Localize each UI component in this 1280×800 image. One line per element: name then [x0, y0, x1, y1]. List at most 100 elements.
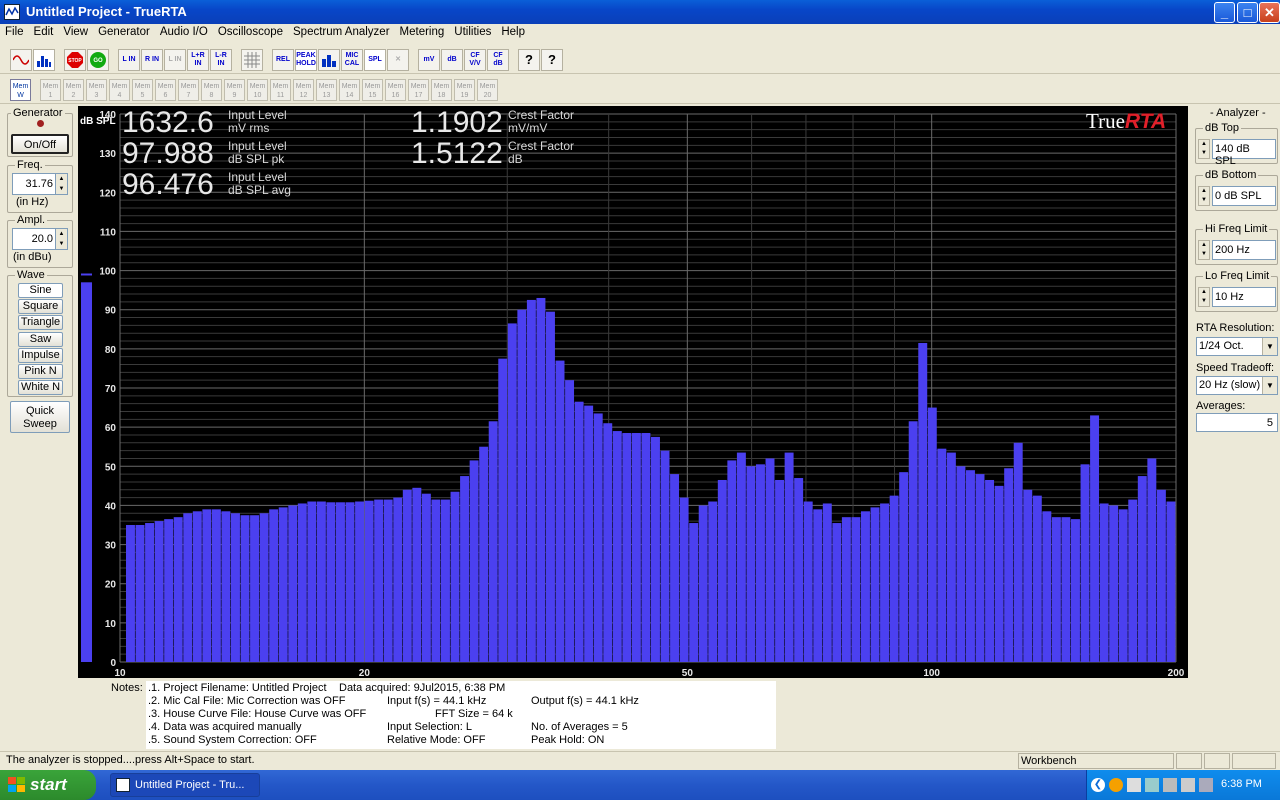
- wave-sine-button[interactable]: Sine: [18, 283, 63, 298]
- spectrum-bar: [183, 513, 193, 662]
- menu-audio-io[interactable]: Audio I/O: [155, 24, 213, 40]
- chevron-down-icon[interactable]: ▼: [1262, 377, 1277, 394]
- spectrum-bar: [192, 511, 202, 662]
- network-icon[interactable]: [1127, 778, 1141, 792]
- memory-slot-button[interactable]: Mem 1: [40, 79, 61, 101]
- memory-slot-button[interactable]: Mem 5: [132, 79, 153, 101]
- averages-field[interactable]: 5: [1196, 413, 1278, 432]
- menu-view[interactable]: View: [58, 24, 93, 40]
- tray-app-icon[interactable]: [1109, 778, 1123, 792]
- display-icon[interactable]: [1181, 778, 1195, 792]
- menu-generator[interactable]: Generator: [93, 24, 155, 40]
- speed-tradeoff-select[interactable]: 20 Hz (slow) ▼: [1196, 376, 1278, 395]
- left-input-button[interactable]: L IN: [118, 49, 140, 71]
- freq-up-icon[interactable]: ▲: [55, 174, 67, 184]
- memory-slot-button[interactable]: Mem 2: [63, 79, 84, 101]
- left-input-alt-button[interactable]: L IN: [164, 49, 186, 71]
- ampl-up-icon[interactable]: ▲: [55, 229, 67, 239]
- hi-freq-spinner-icon[interactable]: ▲ ▼: [1198, 240, 1210, 260]
- memory-slot-button[interactable]: Mem 11: [270, 79, 291, 101]
- grid-icon[interactable]: [241, 49, 263, 71]
- memory-working-button[interactable]: Mem W: [10, 79, 31, 101]
- memory-slot-button[interactable]: Mem 12: [293, 79, 314, 101]
- menu-edit[interactable]: Edit: [29, 24, 59, 40]
- tray-expand-icon[interactable]: ❮: [1091, 778, 1105, 792]
- spectrum-bar: [1004, 468, 1014, 662]
- hi-freq-label: Hi Freq Limit: [1203, 223, 1270, 235]
- crest-factor-db-button[interactable]: CF dB: [487, 49, 509, 71]
- maximize-button[interactable]: □: [1237, 2, 1258, 23]
- menu-metering[interactable]: Metering: [395, 24, 450, 40]
- spectrum-mode-icon[interactable]: [33, 49, 55, 71]
- wireless-icon[interactable]: [1145, 778, 1159, 792]
- db-top-spinner-icon[interactable]: ▲ ▼: [1198, 139, 1210, 159]
- ampl-input[interactable]: 20.0 ▲ ▼: [12, 228, 68, 250]
- memory-slot-button[interactable]: Mem 4: [109, 79, 130, 101]
- mic-cal-button[interactable]: MIC CAL: [341, 49, 363, 71]
- taskbar-item-truerta[interactable]: Untitled Project - Tru...: [110, 773, 260, 797]
- volume-icon[interactable]: [1199, 778, 1213, 792]
- menu-utilities[interactable]: Utilities: [449, 24, 496, 40]
- memory-slot-button[interactable]: Mem 10: [247, 79, 268, 101]
- memory-slot-button[interactable]: Mem 15: [362, 79, 383, 101]
- lo-freq-field[interactable]: 10 Hz: [1212, 287, 1276, 307]
- memory-slot-button[interactable]: Mem 18: [431, 79, 452, 101]
- rta-resolution-select[interactable]: 1/24 Oct. ▼: [1196, 337, 1278, 356]
- menu-oscilloscope[interactable]: Oscilloscope: [213, 24, 288, 40]
- quick-sweep-button[interactable]: Quick Sweep: [10, 401, 70, 433]
- wave-impulse-button[interactable]: Impulse: [18, 348, 63, 363]
- start-button[interactable]: start: [0, 770, 96, 800]
- memory-slot-button[interactable]: Mem 13: [316, 79, 337, 101]
- status-pane-3: [1232, 753, 1276, 769]
- close-button[interactable]: ✕: [1259, 2, 1280, 23]
- hi-freq-field[interactable]: 200 Hz: [1212, 240, 1276, 260]
- context-help-icon[interactable]: ?: [541, 49, 563, 71]
- freq-down-icon[interactable]: ▼: [55, 184, 67, 194]
- menu-file[interactable]: File: [0, 24, 29, 40]
- wave-white-noise-button[interactable]: White N: [18, 380, 63, 395]
- memory-slot-button[interactable]: Mem 19: [454, 79, 475, 101]
- readout-spl-avg-label-2: dB SPL avg: [228, 183, 291, 197]
- memory-slot-button[interactable]: Mem 8: [201, 79, 222, 101]
- l-plus-r-input-button[interactable]: L+R IN: [187, 49, 209, 71]
- right-input-button[interactable]: R IN: [141, 49, 163, 71]
- ampl-down-icon[interactable]: ▼: [55, 239, 67, 249]
- crest-factor-vv-button[interactable]: CF V/V: [464, 49, 486, 71]
- menu-help[interactable]: Help: [496, 24, 530, 40]
- millivolt-button[interactable]: mV: [418, 49, 440, 71]
- chevron-down-icon[interactable]: ▼: [1262, 338, 1277, 355]
- security-icon[interactable]: [1163, 778, 1177, 792]
- y-tick-label: 50: [105, 462, 117, 473]
- decibel-button[interactable]: dB: [441, 49, 463, 71]
- wave-pink-noise-button[interactable]: Pink N: [18, 364, 63, 379]
- memory-slot-button[interactable]: Mem 6: [155, 79, 176, 101]
- minimize-button[interactable]: _: [1214, 2, 1235, 23]
- memory-slot-button[interactable]: Mem 9: [224, 79, 245, 101]
- spl-button[interactable]: SPL: [364, 49, 386, 71]
- freq-input[interactable]: 31.76 ▲ ▼: [12, 173, 68, 195]
- lo-freq-spinner-icon[interactable]: ▲ ▼: [1198, 287, 1210, 307]
- memory-slot-button[interactable]: Mem 20: [477, 79, 498, 101]
- stop-icon[interactable]: STOP: [64, 49, 86, 71]
- wave-saw-button[interactable]: Saw: [18, 332, 63, 347]
- wave-triangle-button[interactable]: Triangle: [18, 315, 63, 330]
- l-minus-r-input-button[interactable]: L-R IN: [210, 49, 232, 71]
- wave-square-button[interactable]: Square: [18, 299, 63, 314]
- memory-slot-button[interactable]: Mem 14: [339, 79, 360, 101]
- memory-slot-button[interactable]: Mem 16: [385, 79, 406, 101]
- menu-spectrum-analyzer[interactable]: Spectrum Analyzer: [288, 24, 395, 40]
- go-icon[interactable]: GO: [87, 49, 109, 71]
- generator-on-off-button[interactable]: On/Off: [11, 134, 69, 154]
- db-bottom-spinner-icon[interactable]: ▲ ▼: [1198, 186, 1210, 206]
- clear-icon[interactable]: ✕: [387, 49, 409, 71]
- oscilloscope-mode-icon[interactable]: [10, 49, 32, 71]
- bar-graph-icon[interactable]: [318, 49, 340, 71]
- help-icon[interactable]: ?: [518, 49, 540, 71]
- db-top-field[interactable]: 140 dB SPL: [1212, 139, 1276, 167]
- peak-hold-button[interactable]: PEAK HOLD: [295, 49, 317, 71]
- db-bottom-field[interactable]: 0 dB SPL: [1212, 186, 1276, 206]
- memory-slot-button[interactable]: Mem 3: [86, 79, 107, 101]
- memory-slot-button[interactable]: Mem 7: [178, 79, 199, 101]
- relative-mode-button[interactable]: REL: [272, 49, 294, 71]
- memory-slot-button[interactable]: Mem 17: [408, 79, 429, 101]
